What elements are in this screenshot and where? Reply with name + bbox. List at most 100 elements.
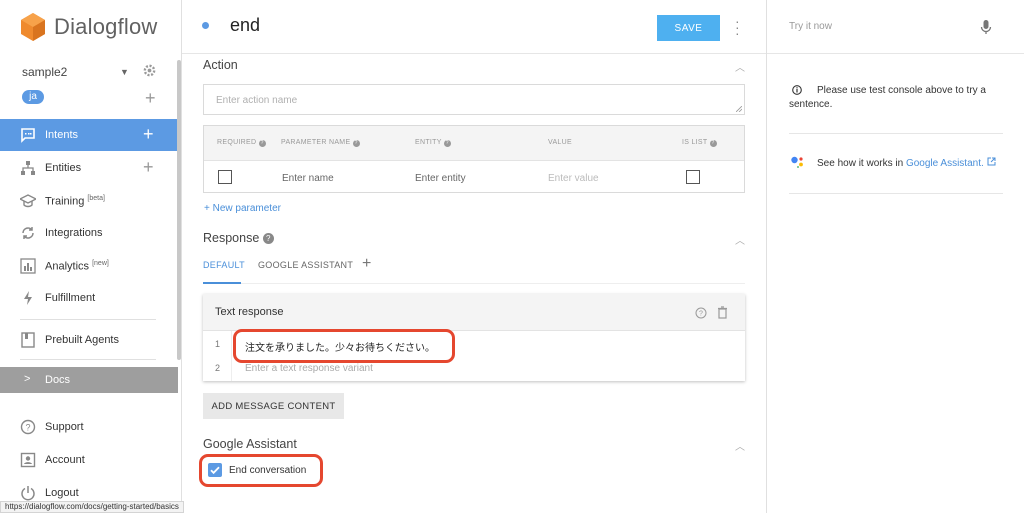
value-input[interactable]: Enter value xyxy=(548,173,599,184)
sidebar-item-label: Training [beta] xyxy=(45,194,105,208)
add-entity-icon[interactable]: + xyxy=(143,157,154,178)
sidebar-item-prebuilt-agents[interactable]: Prebuilt Agents xyxy=(0,324,178,356)
beta-badge: [beta] xyxy=(87,194,105,202)
save-button[interactable]: SAVE xyxy=(657,15,720,41)
sidebar-item-training[interactable]: Training [beta] xyxy=(0,185,178,217)
required-checkbox[interactable] xyxy=(218,170,232,184)
parameter-table: REQUIRED ? PARAMETER NAME ? ENTITY ? VAL… xyxy=(203,125,745,193)
svg-text:?: ? xyxy=(25,423,30,433)
intent-editor: end SAVE · · · Action ︿ Enter action name … xyxy=(182,0,766,513)
action-name-input[interactable]: Enter action name xyxy=(203,84,745,115)
parameter-name-input[interactable]: Enter name xyxy=(282,173,334,184)
new-badge: [new] xyxy=(92,259,109,267)
help-icon[interactable]: ? xyxy=(262,233,274,245)
sidebar-item-label: Logout xyxy=(45,487,79,499)
hierarchy-icon xyxy=(21,161,35,175)
test-console-panel: Try it now Please use test console above… xyxy=(766,0,1024,513)
external-link-icon[interactable] xyxy=(987,157,996,166)
column-header: VALUE xyxy=(548,139,572,146)
add-tab-icon[interactable]: + xyxy=(362,255,371,273)
chevron-up-icon[interactable]: ︿ xyxy=(735,438,745,453)
google-assistant-link[interactable]: Google Assistant. xyxy=(906,158,984,169)
lightning-icon xyxy=(24,291,32,305)
chevron-up-icon[interactable]: ︿ xyxy=(735,232,745,247)
sidebar-scrollbar[interactable] xyxy=(177,60,181,360)
gear-icon[interactable] xyxy=(142,63,157,78)
sidebar-item-label: Docs xyxy=(45,374,71,386)
column-header: REQUIRED ? xyxy=(217,139,266,147)
sidebar-item-label: Support xyxy=(45,421,84,433)
help-circle-icon: ? xyxy=(20,419,36,435)
sync-icon xyxy=(22,227,34,239)
entity-input[interactable]: Enter entity xyxy=(415,173,466,184)
microphone-icon[interactable] xyxy=(980,19,992,35)
more-options-icon[interactable]: · · · xyxy=(735,14,740,40)
dialogflow-logo-icon xyxy=(21,13,45,41)
action-section-title[interactable]: Action xyxy=(203,58,238,72)
sidebar-item-label: Fulfillment xyxy=(45,292,96,304)
sidebar-item-entities[interactable]: Entities + xyxy=(0,152,178,184)
add-message-content-button[interactable]: ADD MESSAGE CONTENT xyxy=(203,393,344,419)
sidebar-item-label: Integrations xyxy=(45,227,103,239)
new-parameter-link[interactable]: + New parameter xyxy=(204,203,281,214)
sidebar-item-label: Analytics [new] xyxy=(45,259,109,273)
add-intent-icon[interactable]: + xyxy=(143,124,154,145)
column-header: ENTITY ? xyxy=(415,139,451,147)
column-header: PARAMETER NAME ? xyxy=(281,139,360,147)
graduation-cap-icon xyxy=(20,194,36,208)
chevron-right-icon: > xyxy=(24,373,31,385)
power-icon xyxy=(21,486,35,501)
panel-divider xyxy=(789,193,1003,194)
trash-icon[interactable] xyxy=(717,306,728,319)
try-it-now-bar[interactable]: Try it now xyxy=(767,0,1024,54)
add-language-icon[interactable]: + xyxy=(145,88,156,109)
chevron-down-icon[interactable]: ▼ xyxy=(120,67,129,77)
tab-default[interactable]: DEFAULT xyxy=(203,260,245,270)
help-circle-icon[interactable]: ? xyxy=(695,307,707,319)
is-list-checkbox[interactable] xyxy=(686,170,700,184)
status-dot xyxy=(202,22,209,29)
language-badge[interactable]: ja xyxy=(22,90,44,104)
sidebar-item-docs[interactable]: > Docs xyxy=(0,367,178,393)
sidebar-item-account[interactable]: Account xyxy=(0,444,178,476)
book-icon xyxy=(21,332,35,348)
column-header: IS LIST ? xyxy=(682,139,717,147)
sidebar-item-label: Entities xyxy=(45,162,82,174)
brand-name: Dialogflow xyxy=(54,14,158,39)
google-assistant-promo: See how it works in Google Assistant. xyxy=(817,157,996,169)
sidebar-divider xyxy=(20,319,156,320)
sidebar-item-label: Prebuilt Agents xyxy=(45,334,119,346)
response-variant-input[interactable]: Enter a text response variant xyxy=(245,363,373,374)
chevron-up-icon[interactable]: ︿ xyxy=(735,59,745,74)
sidebar-item-analytics[interactable]: Analytics [new] xyxy=(0,250,178,282)
sidebar-item-integrations[interactable]: Integrations xyxy=(0,217,178,249)
google-assistant-icon xyxy=(791,156,803,168)
sidebar-item-label: Account xyxy=(45,454,85,466)
response-section-title[interactable]: Response ? xyxy=(203,231,274,245)
chat-icon xyxy=(21,128,35,143)
action-placeholder: Enter action name xyxy=(216,95,298,106)
resize-handle-icon[interactable] xyxy=(736,106,742,112)
intent-header: end SAVE · · · xyxy=(182,0,766,54)
response-row-number: 1 xyxy=(215,339,221,349)
tab-google-assistant[interactable]: GOOGLE ASSISTANT xyxy=(258,260,353,270)
highlight-annotation xyxy=(233,329,455,363)
sidebar-item-support[interactable]: ? Support xyxy=(0,411,178,443)
panel-divider xyxy=(789,133,1003,134)
google-assistant-section-title[interactable]: Google Assistant xyxy=(203,437,297,451)
try-it-now-input[interactable]: Try it now xyxy=(789,21,832,32)
sidebar-item-fulfillment[interactable]: Fulfillment xyxy=(0,282,178,314)
svg-text:?: ? xyxy=(699,311,703,318)
active-tab-indicator xyxy=(203,282,241,284)
highlight-annotation xyxy=(199,454,323,487)
tab-bar-divider xyxy=(203,283,745,284)
sidebar: Dialogflow sample2 ▼ ja + Intents + Enti… xyxy=(0,0,182,513)
status-bar-url: https://dialogflow.com/docs/getting-star… xyxy=(0,501,184,513)
agent-selector[interactable]: sample2 xyxy=(22,65,67,79)
response-row-number: 2 xyxy=(215,363,221,373)
test-console-hint: Please use test console above to try a s… xyxy=(789,85,986,110)
text-response-header: Text response ? xyxy=(203,294,745,331)
sidebar-item-intents[interactable]: Intents + xyxy=(0,119,178,151)
account-icon xyxy=(20,452,36,468)
intent-name[interactable]: end xyxy=(230,15,260,36)
